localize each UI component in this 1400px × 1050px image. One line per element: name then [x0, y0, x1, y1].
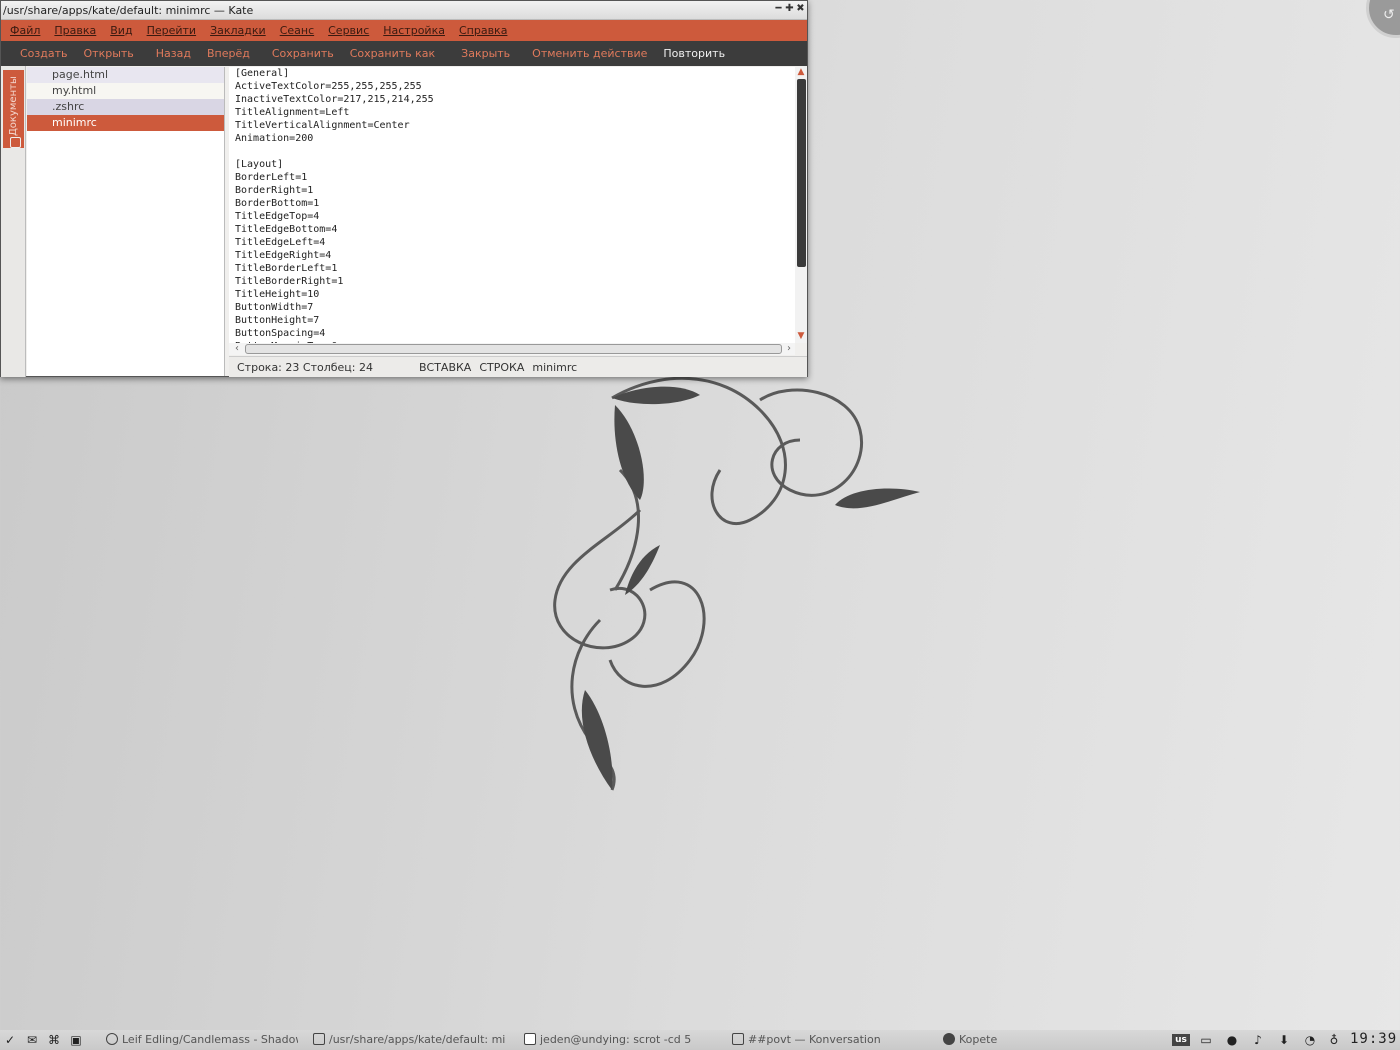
kate-window: /usr/share/apps/kate/default: minimrc — … — [0, 0, 808, 377]
menubar: Файл Правка Вид Перейти Закладки Сеанс С… — [1, 20, 807, 41]
redo-button[interactable]: Повторить — [663, 47, 725, 60]
keyboard-layout-indicator[interactable]: us — [1172, 1034, 1190, 1046]
menu-view[interactable]: Вид — [110, 24, 132, 37]
task-terminal[interactable]: jeden@undying: scrot -cd 5 — [524, 1033, 714, 1047]
text-editor[interactable]: [General] ActiveTextColor=255,255,255,25… — [229, 67, 795, 343]
save-button[interactable]: Сохранить — [272, 47, 334, 60]
folder-icon[interactable]: ▣ — [68, 1033, 84, 1047]
document-name: minimrc — [52, 116, 97, 129]
new-button[interactable]: Создать — [20, 47, 68, 60]
task-label: jeden@undying: scrot -cd 5 — [540, 1033, 692, 1046]
document-name: page.html — [52, 68, 109, 81]
clock[interactable]: 19:39 — [1350, 1031, 1397, 1047]
maximize-icon[interactable]: ✚ — [785, 4, 794, 15]
status-bar: Строка: 23 Столбец: 24 ВСТАВКА СТРОКА mi… — [229, 356, 807, 377]
desktop-grid-icon[interactable]: ⌘ — [46, 1033, 62, 1047]
horizontal-scrollbar[interactable]: ‹ — [229, 343, 795, 355]
taskbar: ✓ ✉ ⌘ ▣ Leif Edling/Candlemass - Shadowp… — [0, 1030, 1400, 1050]
volume-icon[interactable]: ♪ — [1248, 1032, 1268, 1048]
cursor-position: Строка: 23 Столбец: 24 — [237, 360, 373, 374]
menu-help[interactable]: Справка — [459, 24, 507, 37]
task-label: Kopete — [959, 1033, 998, 1046]
close-button[interactable]: Закрыть — [461, 47, 510, 60]
back-button[interactable]: Назад — [156, 47, 191, 60]
chat-icon — [732, 1033, 744, 1045]
menu-session[interactable]: Сеанс — [280, 24, 314, 37]
kate-icon — [313, 1033, 325, 1045]
list-item[interactable]: .zshrc — [27, 99, 224, 115]
task-label: Leif Edling/Candlemass - Shadowplay — [122, 1033, 298, 1046]
documents-icon — [10, 137, 21, 148]
window-title: /usr/share/apps/kate/default: minimrc — … — [3, 4, 254, 17]
open-button[interactable]: Открыть — [84, 47, 134, 60]
window-titlebar[interactable]: /usr/share/apps/kate/default: minimrc — … — [1, 1, 807, 20]
menu-go[interactable]: Перейти — [147, 24, 197, 37]
music-icon — [106, 1033, 118, 1045]
save-as-button[interactable]: Сохранить как — [350, 47, 435, 60]
menu-edit[interactable]: Правка — [54, 24, 96, 37]
selection-mode[interactable]: СТРОКА — [479, 361, 524, 374]
main-toolbar: Создать Открыть Назад Вперёд Сохранить С… — [1, 41, 807, 66]
document-name: my.html — [52, 84, 97, 97]
clock-widget-icon[interactable]: ◔ — [1300, 1032, 1320, 1048]
undo-button[interactable]: Отменить действие — [532, 47, 647, 60]
editor-content[interactable]: [General] ActiveTextColor=255,255,255,25… — [229, 67, 795, 343]
terminal-icon — [524, 1033, 536, 1045]
document-list: page.html my.html .zshrc minimrc — [27, 67, 225, 376]
task-kopete[interactable]: Kopete — [943, 1033, 1063, 1047]
task-konversation[interactable]: ##povt — Konversation — [732, 1033, 922, 1047]
vertical-scrollbar[interactable]: ▲ ▼ — [795, 67, 807, 343]
menu-tools[interactable]: Сервис — [328, 24, 369, 37]
status-filename: minimrc — [532, 360, 578, 374]
download-icon[interactable]: ⬇ — [1274, 1032, 1294, 1048]
scroll-up-icon[interactable]: ▲ — [795, 67, 807, 77]
documents-tab-label: Документы — [8, 76, 19, 136]
forward-button[interactable]: Вперёд — [207, 47, 250, 60]
document-name: .zshrc — [52, 100, 85, 113]
task-label: ##povt — Konversation — [748, 1033, 881, 1046]
documents-side-tab[interactable]: Документы — [1, 66, 26, 377]
close-icon[interactable]: ✖ — [796, 4, 805, 15]
task-kate[interactable]: /usr/share/apps/kate/default: minimrc — [313, 1033, 505, 1047]
insert-mode[interactable]: ВСТАВКА — [419, 361, 471, 374]
task-label: /usr/share/apps/kate/default: minimrc — [329, 1033, 505, 1046]
scroll-right-icon[interactable]: › — [783, 343, 795, 355]
mail-icon[interactable]: ✉ — [24, 1033, 40, 1047]
scroll-left-icon[interactable]: ‹ — [232, 343, 242, 355]
list-item[interactable]: page.html — [27, 67, 224, 83]
documents-tab-button[interactable]: Документы — [3, 70, 24, 148]
chat-status-icon[interactable]: ● — [1222, 1032, 1242, 1048]
list-item-selected[interactable]: minimrc — [27, 115, 224, 131]
minimize-icon[interactable]: ━ — [774, 4, 783, 15]
scroll-down-icon[interactable]: ▼ — [795, 331, 807, 341]
list-item[interactable]: my.html — [27, 83, 224, 99]
horizontal-scroll-thumb[interactable] — [245, 344, 782, 354]
vertical-scroll-thumb[interactable] — [797, 79, 806, 267]
menu-file[interactable]: Файл — [10, 24, 40, 37]
task-music-player[interactable]: Leif Edling/Candlemass - Shadowplay — [106, 1033, 298, 1047]
kopete-icon — [943, 1033, 955, 1045]
notifications-icon[interactable]: ♁ — [1324, 1032, 1344, 1048]
kickoff-menu-icon[interactable]: ✓ — [2, 1033, 18, 1047]
network-icon[interactable]: ▭ — [1196, 1032, 1216, 1048]
menu-bookmarks[interactable]: Закладки — [210, 24, 266, 37]
menu-settings[interactable]: Настройка — [383, 24, 445, 37]
